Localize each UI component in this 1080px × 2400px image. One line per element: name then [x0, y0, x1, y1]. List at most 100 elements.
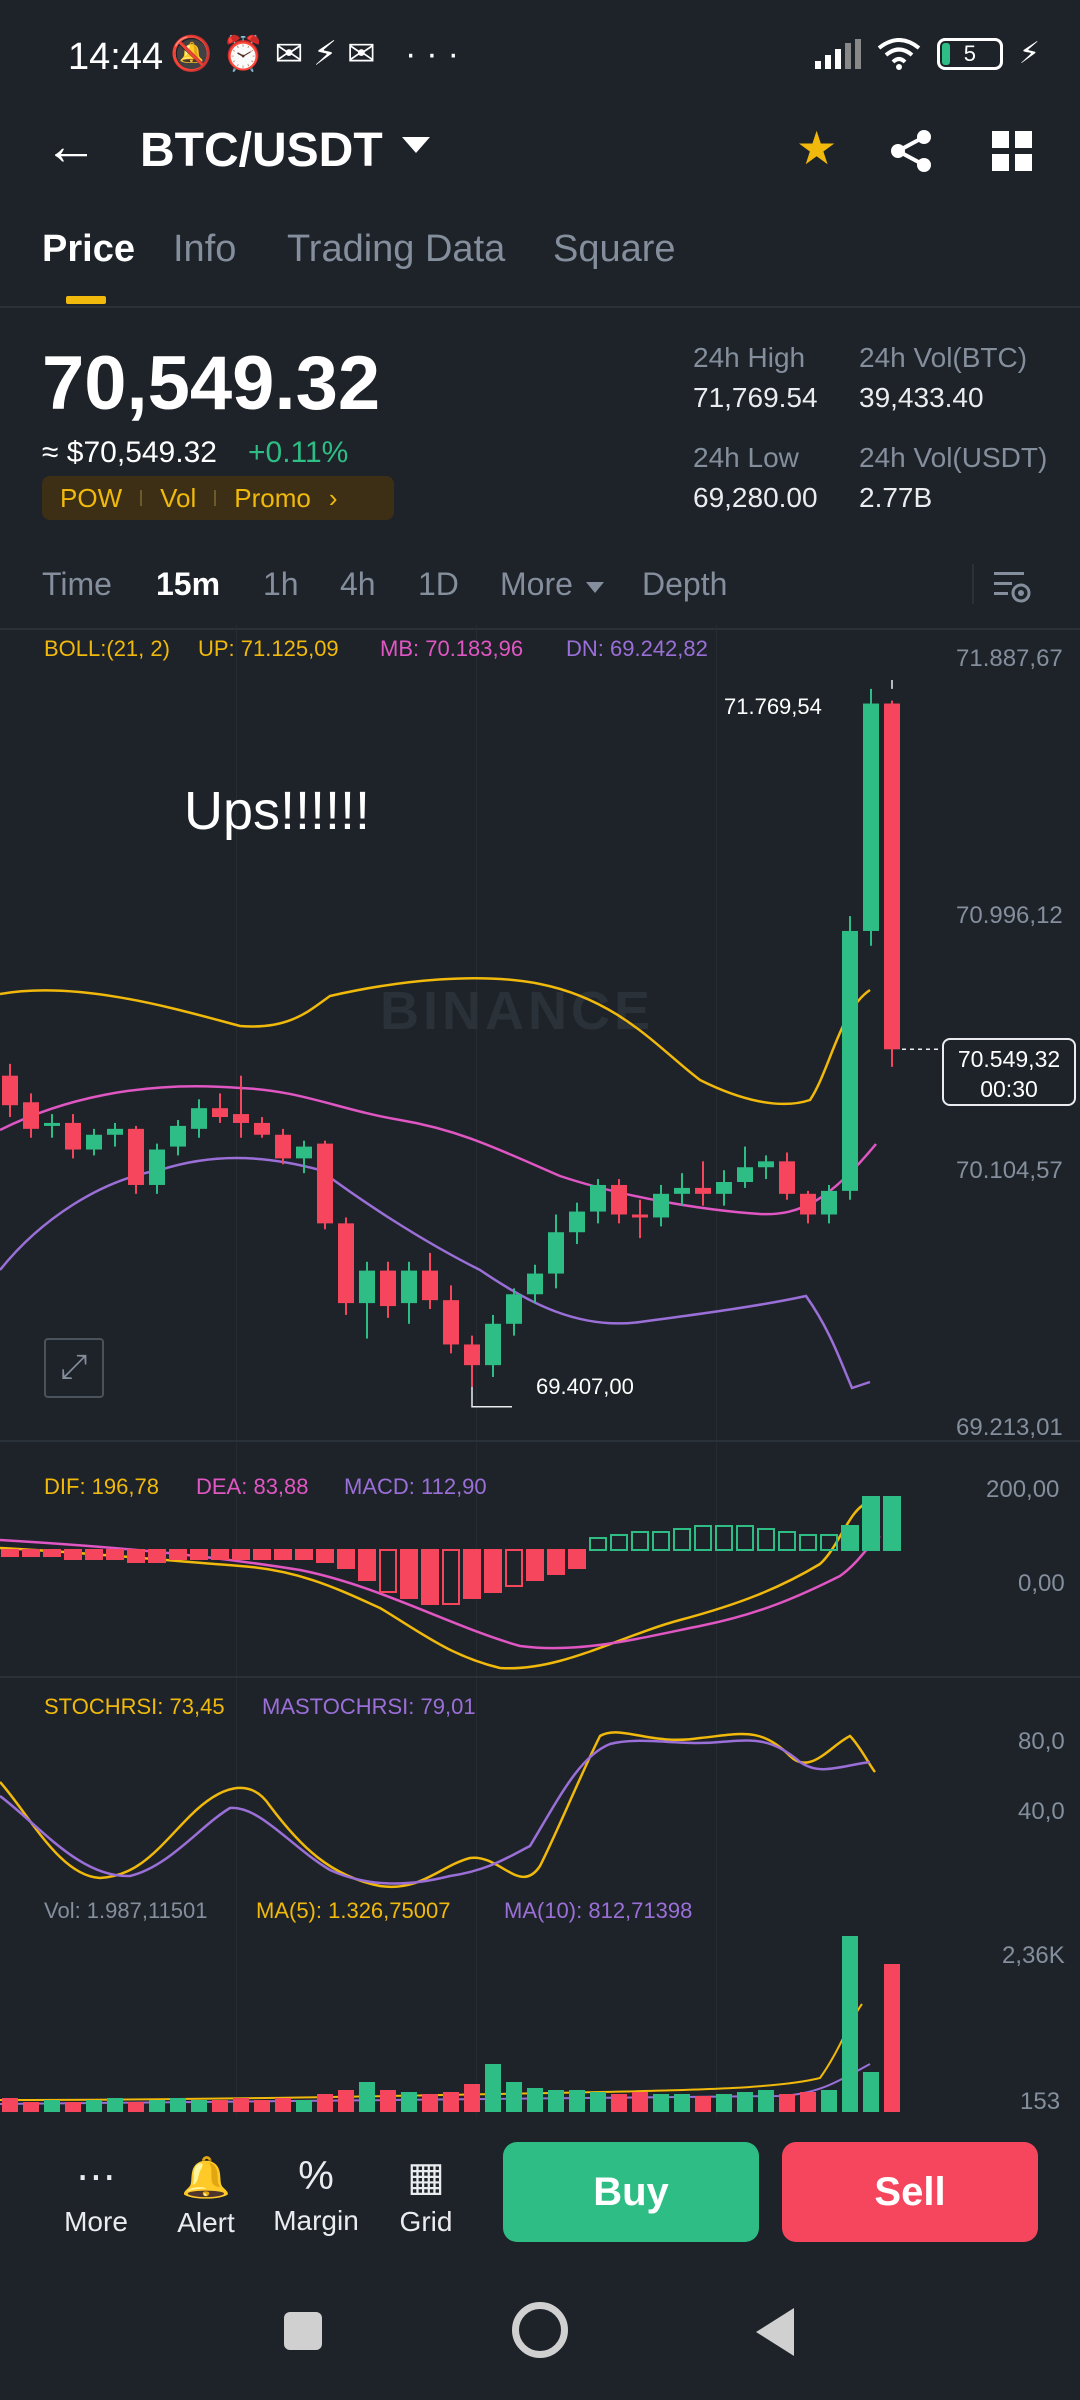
macd-bar: [253, 1549, 271, 1560]
volume-bar: [842, 1936, 858, 2112]
volume-bar: [401, 2092, 417, 2112]
macd-bar: [169, 1549, 187, 1560]
vol-value: Vol: 1.987,11501: [44, 1898, 208, 1923]
tab-trading-data[interactable]: Trading Data: [287, 228, 505, 271]
bottom-action-bar: ⋯ More 🔔 Alert % Margin ▦ Grid Buy Sell: [0, 2120, 1080, 2280]
pair-title[interactable]: BTC/USDT: [140, 123, 383, 178]
status-notification-icons: 🔕⏰✉⚡✉ ···: [170, 35, 469, 73]
macd-bar: [127, 1549, 145, 1563]
system-nav-bar: [0, 2280, 1080, 2400]
stat-low-value: 69,280.00: [693, 482, 818, 513]
buy-button[interactable]: Buy: [503, 2142, 759, 2242]
candle-down: [275, 1134, 291, 1159]
interval-4h[interactable]: 4h: [340, 566, 376, 603]
macd-bar: [190, 1549, 208, 1560]
tag-promo[interactable]: Promo: [216, 483, 329, 514]
recent-apps-icon[interactable]: [284, 2312, 322, 2350]
macd-bar: [64, 1549, 82, 1560]
candle-up: [674, 1187, 690, 1194]
last-price: 70,549.32: [42, 341, 381, 426]
tag-vol[interactable]: Vol: [142, 483, 214, 514]
back-nav-icon[interactable]: [756, 2308, 794, 2356]
tab-price[interactable]: Price: [42, 228, 135, 271]
alert-button[interactable]: 🔔 Alert: [156, 2154, 256, 2239]
interval-15m[interactable]: 15m: [156, 566, 220, 603]
vol-ma10: MA(10): 812,71398: [504, 1898, 693, 1923]
candle-down: [254, 1122, 270, 1135]
macd-bar: [862, 1496, 880, 1551]
status-right: 5 ⚡: [814, 36, 1040, 71]
pair-dropdown-icon[interactable]: [402, 137, 430, 153]
volume-bar: [296, 2100, 312, 2112]
vol-axis-label: 2,36K: [1002, 1942, 1065, 1969]
macd-bar: [778, 1531, 796, 1551]
interval-1d[interactable]: 1D: [418, 566, 459, 603]
candle-up: [170, 1125, 186, 1147]
macd-bar: [505, 1549, 523, 1587]
volume-bar: [23, 2102, 39, 2112]
grid-button[interactable]: ▦ Grid: [376, 2154, 476, 2238]
stoch-axis-label: 40,0: [1018, 1798, 1065, 1825]
back-arrow-icon[interactable]: ←: [44, 115, 98, 177]
candle-down: [632, 1214, 648, 1218]
charging-icon: ⚡: [1018, 37, 1040, 70]
more-dots-icon: ⋯: [76, 2155, 116, 2199]
price-axis-label: 71.887,67: [956, 645, 1063, 672]
interval-time[interactable]: Time: [42, 566, 112, 603]
candlestick-chart[interactable]: [0, 680, 940, 1450]
macd-axis-label: 200,00: [986, 1476, 1060, 1503]
signal-icon: [814, 38, 861, 69]
battery-icon: 5: [936, 37, 1003, 70]
interval-depth[interactable]: Depth: [642, 566, 727, 603]
home-icon[interactable]: [512, 2302, 568, 2358]
macd-bar: [694, 1525, 712, 1551]
candle-up: [653, 1193, 669, 1218]
sell-button[interactable]: Sell: [782, 2142, 1038, 2242]
interval-bar: Time 15m 1h 4h 1D More Depth: [0, 560, 1080, 630]
volume-bar: [317, 2094, 333, 2112]
candle-down: [695, 1187, 711, 1194]
margin-button[interactable]: % Margin: [266, 2154, 366, 2237]
interval-more[interactable]: More: [500, 566, 573, 603]
macd-bar: [22, 1549, 40, 1557]
tag-pow[interactable]: POW: [42, 483, 140, 514]
candle-up: [548, 1232, 564, 1274]
price-usd: ≈ $70,549.32: [42, 436, 217, 469]
panel-divider: [0, 1676, 1080, 1678]
tab-info[interactable]: Info: [173, 228, 236, 271]
candle-up: [86, 1134, 102, 1150]
volume-bar: [632, 2092, 648, 2112]
macd-bar: [736, 1525, 754, 1551]
boll-dn: DN: 69.242,82: [566, 636, 708, 661]
more-button[interactable]: ⋯ More: [46, 2154, 146, 2238]
tab-square[interactable]: Square: [553, 228, 676, 271]
bollinger-line: [0, 976, 871, 1106]
favorite-star-icon[interactable]: ★: [796, 121, 837, 175]
interval-1h[interactable]: 1h: [263, 566, 299, 603]
volume-bar: [212, 2100, 228, 2112]
volume-bar: [548, 2090, 564, 2112]
wifi-icon: [877, 37, 921, 70]
price-axis-label: 69.213,01: [956, 1414, 1063, 1441]
tab-bar: Price Info Trading Data Square: [0, 228, 1080, 308]
grid-menu-icon[interactable]: [992, 131, 1032, 171]
stat-vol-usdt-value: 2.77B: [859, 482, 933, 513]
candle-up: [527, 1273, 543, 1295]
grid-label: Grid: [399, 2206, 453, 2237]
macd-bar: [547, 1549, 565, 1575]
tag-strip[interactable]: POW Vol Promo ›: [42, 476, 394, 520]
volume-bar: [170, 2098, 186, 2112]
candle-down: [317, 1143, 333, 1224]
volume-bar: [800, 2092, 816, 2112]
volume-bar: [569, 2090, 585, 2112]
volume-bar: [527, 2088, 543, 2112]
grid-trading-icon: ▦: [407, 2155, 445, 2199]
candle-down: [443, 1300, 459, 1345]
share-icon[interactable]: [890, 129, 934, 173]
low-leader-line: [471, 1386, 512, 1408]
volume-bar: [107, 2098, 123, 2112]
expand-chart-icon[interactable]: ⤢: [44, 1338, 104, 1398]
chart-settings-icon[interactable]: [992, 566, 1032, 606]
macd-bar: [568, 1549, 586, 1569]
candle-down: [464, 1344, 480, 1366]
